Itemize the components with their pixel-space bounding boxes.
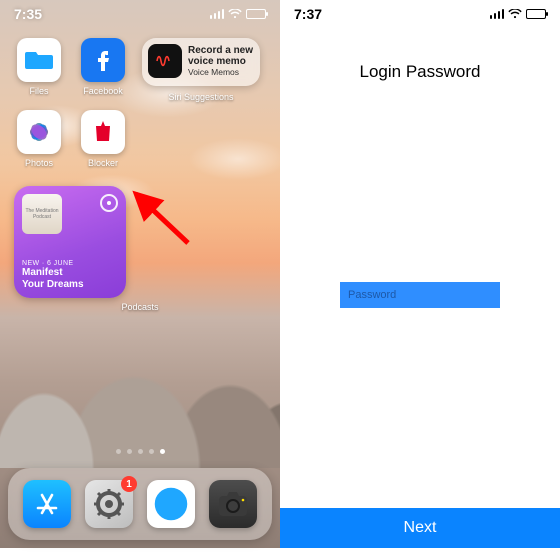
app-label: Files	[29, 86, 48, 96]
siri-caption: Siri Suggestions	[142, 92, 260, 102]
photos-icon	[17, 110, 61, 154]
app-facebook[interactable]: Facebook	[78, 38, 128, 96]
next-button[interactable]: Next	[280, 508, 560, 548]
dock-app-safari[interactable]	[146, 480, 196, 528]
wifi-icon	[228, 9, 242, 19]
wifi-icon	[508, 9, 522, 19]
homescreen-panel: 7:35 Files	[0, 0, 280, 548]
files-icon	[17, 38, 61, 82]
voice-memos-icon	[148, 44, 182, 78]
siri-suggestion-widget[interactable]: Record a new voice memo Voice Memos	[142, 38, 260, 86]
cellular-icon	[210, 9, 225, 19]
login-body	[280, 82, 560, 508]
app-files[interactable]: Files	[14, 38, 64, 96]
facebook-icon	[81, 38, 125, 82]
cellular-icon	[490, 9, 505, 19]
annotation-arrow	[128, 188, 198, 248]
status-bar-left: 7:35	[0, 0, 280, 28]
settings-icon: 1	[85, 480, 133, 528]
podcast-title: Manifest Your Dreams	[22, 267, 118, 290]
battery-icon	[246, 9, 266, 19]
dock-app-appstore[interactable]	[22, 480, 72, 528]
app-photos[interactable]: Photos	[14, 110, 64, 168]
app-blocker[interactable]: Blocker	[78, 110, 128, 168]
dock-app-camera[interactable]	[208, 480, 258, 528]
app-label: Blocker	[88, 158, 118, 168]
podcasts-icon	[100, 194, 118, 212]
status-bar-right: 7:37	[280, 0, 560, 28]
siri-text: Record a new voice memo Voice Memos	[188, 45, 253, 78]
password-input[interactable]	[340, 282, 500, 308]
camera-icon	[209, 480, 257, 528]
appstore-icon	[23, 480, 71, 528]
page-indicator[interactable]	[0, 449, 280, 454]
dock-app-settings[interactable]: 1	[84, 480, 134, 528]
home-content: Files	[0, 28, 280, 464]
safari-icon	[147, 480, 195, 528]
status-time: 7:35	[14, 6, 42, 22]
podcast-meta: NEW · 6 JUNE	[22, 260, 118, 267]
status-time: 7:37	[294, 6, 322, 22]
login-title: Login Password	[280, 62, 560, 82]
podcasts-widget[interactable]: The Meditation Podcast NEW · 6 JUNE Mani…	[14, 186, 126, 298]
settings-badge: 1	[121, 476, 137, 492]
app-label: Photos	[25, 158, 53, 168]
dock: 1	[8, 468, 272, 540]
podcasts-caption: Podcasts	[14, 302, 266, 312]
blocker-icon	[81, 110, 125, 154]
battery-icon	[526, 9, 546, 19]
login-panel: 7:37 Login Password Next	[280, 0, 560, 548]
app-label: Facebook	[83, 86, 123, 96]
podcast-artwork: The Meditation Podcast	[22, 194, 62, 234]
